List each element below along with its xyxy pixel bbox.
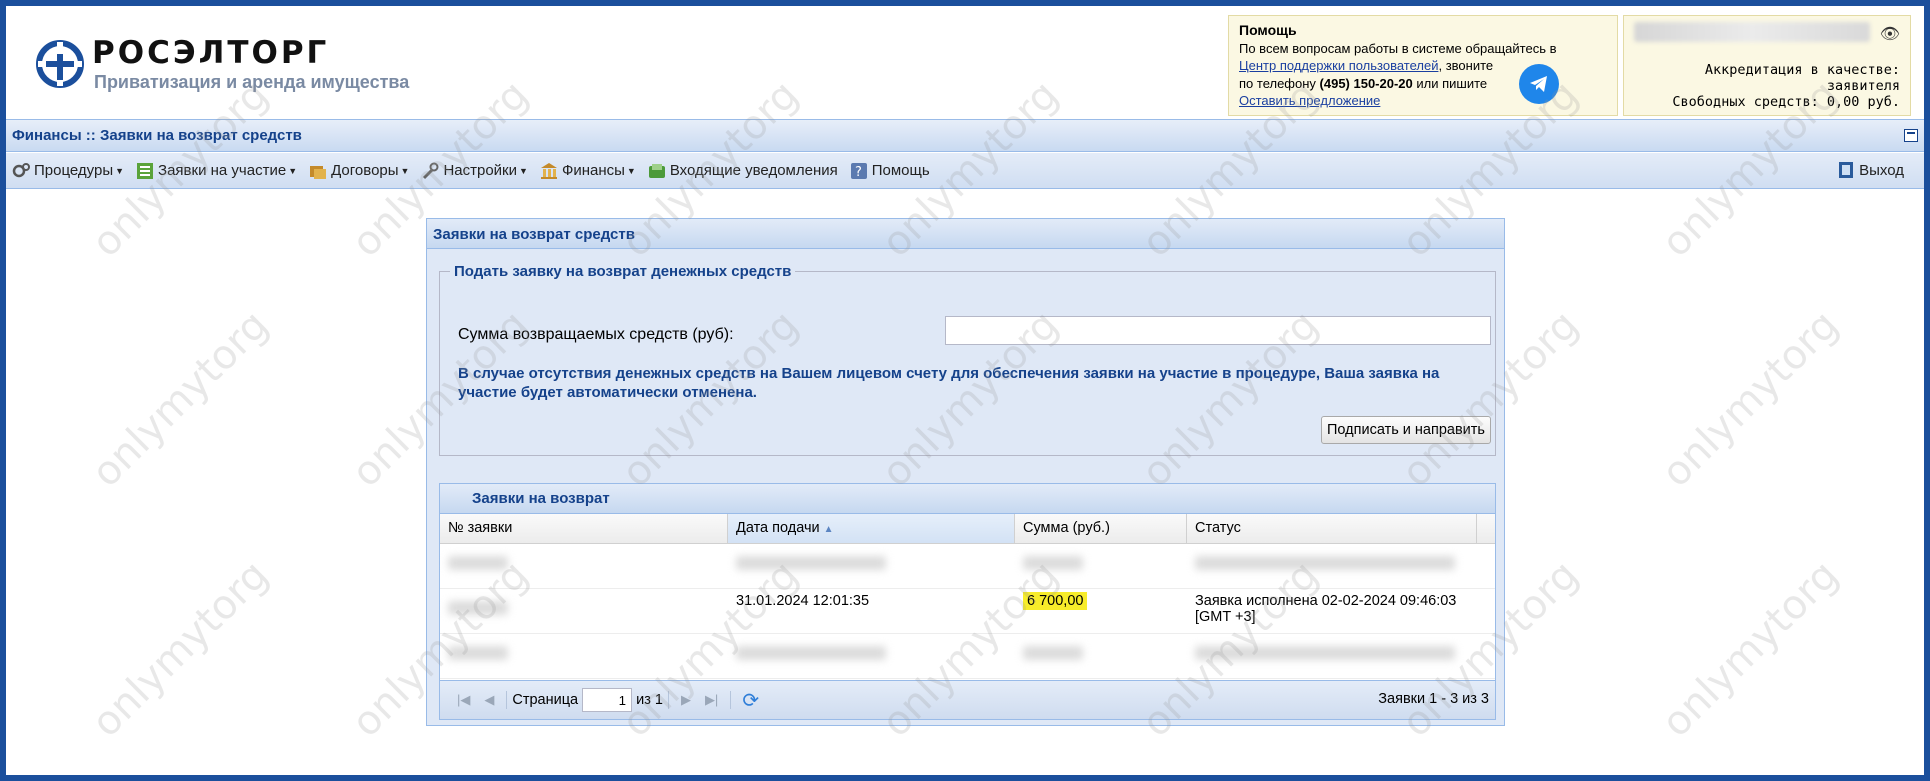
suggestion-link[interactable]: Оставить предложение [1239,93,1380,108]
menu-contracts[interactable]: Договоры ▼ [309,162,409,180]
spreadsheet-icon [136,162,154,180]
menu-procedures[interactable]: Процедуры ▼ [12,162,124,180]
support-center-link[interactable]: Центр поддержки пользователей [1239,58,1438,73]
menu-help-label: Помощь [871,162,930,179]
help-line3-pre: по телефону [1239,75,1320,91]
menu-finance-label: Финансы [561,162,625,179]
menu-notifications[interactable]: Входящие уведомления [648,162,838,180]
pager-info: Заявки 1 - 3 из 3 [1378,691,1489,707]
folders-icon [309,162,327,180]
first-page-icon[interactable]: |◀ [457,692,470,708]
page-of-label: из 1 [636,692,663,708]
cell-number [440,634,728,678]
cell-number [440,544,728,588]
cell-status [1187,634,1477,678]
cell-amount: 6 700,00 [1015,589,1187,633]
menu-applications[interactable]: Заявки на участие ▼ [136,162,297,180]
cell-status: Заявка исполнена 02-02-2024 09:46:03 [GM… [1195,593,1457,625]
menu-procedures-label: Процедуры [34,162,114,179]
logo-title: РОСЭЛТОРГ [92,35,330,71]
menu-applications-label: Заявки на участие [158,162,287,179]
inbox-icon [648,162,666,180]
table-row[interactable] [440,634,1495,679]
cell-number [440,589,728,633]
gears-icon [12,162,30,180]
watermark: onlymytorg [83,301,278,497]
page-title-bar: Финансы :: Заявки на возврат средств [6,119,1924,152]
refund-warning-note: В случае отсутствия денежных средств на … [458,365,1440,401]
cell-date [728,544,1015,588]
help-box: Помощь По всем вопросам работы в системе… [1228,15,1618,116]
exit-label: Выход [1859,161,1904,179]
column-header-number[interactable]: № заявки [440,514,728,543]
account-name-redacted [1634,22,1870,42]
wrench-icon [421,162,439,180]
sign-and-send-button[interactable]: Подписать и направить [1321,416,1491,444]
sort-asc-icon: ▲ [823,524,834,535]
grid-pager: |◀ ◀ Страница из 1 ▶ ▶| ⟳ Заявки 1 - 3 и… [440,680,1495,719]
grid-title: Заявки на возврат [440,484,1495,514]
help-icon: ? [850,162,868,180]
refund-form-legend: Подать заявку на возврат денежных средст… [454,263,792,280]
free-funds-text: Свободных средств: 0,00 руб. [1672,94,1900,110]
menu-help[interactable]: ? Помощь [850,162,930,180]
exit-button[interactable]: Выход [1837,161,1904,179]
cell-amount [1015,634,1187,678]
exit-door-icon [1837,161,1855,179]
main-toolbar: Процедуры ▼ Заявки на участие ▼ Договоры ▼ … [6,153,1924,189]
refund-requests-panel: Заявки на возврат средств Подать заявку … [426,218,1505,726]
watermark: onlymytorg [1653,551,1848,747]
refund-requests-grid: Заявки на возврат № заявки Дата подачи ▲ … [439,483,1496,720]
menu-contracts-label: Договоры [331,162,399,179]
column-header-date-label: Дата подачи [736,520,820,536]
help-line1: По всем вопросам работы в системе обраща… [1239,40,1557,56]
minimize-icon[interactable] [1904,129,1918,142]
menu-settings-label: Настройки [443,162,518,179]
cell-date [728,634,1015,678]
refresh-icon[interactable]: ⟳ [742,688,759,713]
column-header-date[interactable]: Дата подачи ▲ [728,514,1015,543]
column-header-amount[interactable]: Сумма (руб.) [1015,514,1187,543]
svg-text:?: ? [855,165,862,180]
telegram-icon[interactable] [1519,64,1559,104]
help-phone: (495) 150-20-20 [1319,75,1413,91]
watermark: onlymytorg [83,551,278,747]
last-page-icon[interactable]: ▶| [705,692,718,708]
amount-input[interactable] [945,316,1491,345]
next-page-icon[interactable]: ▶ [681,692,691,708]
header: РОСЭЛТОРГ Приватизация и аренда имуществ… [6,6,1924,118]
page-label: Страница [512,692,579,708]
account-box: 👁 Аккредитация в качестве: заявителя Сво… [1623,15,1911,116]
watermark: onlymytorg [1653,301,1848,497]
cell-amount [1015,544,1187,588]
bank-icon [540,162,558,180]
menu-finance[interactable]: Финансы ▼ [540,162,636,180]
grid-header: № заявки Дата подачи ▲ Сумма (руб.) Стату… [440,514,1495,544]
eye-icon[interactable]: 👁 [1880,24,1900,43]
prev-page-icon[interactable]: ◀ [484,692,494,708]
refund-form: Подать заявку на возврат денежных средст… [439,263,1496,456]
column-header-status[interactable]: Статус [1187,514,1477,543]
cell-date: 31.01.2024 12:01:35 [736,593,870,609]
amount-label: Сумма возвращаемых средств (руб): [458,326,734,343]
menu-notifications-label: Входящие уведомления [669,162,838,179]
page-title: Финансы :: Заявки на возврат средств [12,127,302,144]
table-row[interactable] [440,544,1495,589]
highlighted-amount: 6 700,00 [1023,592,1088,610]
cell-status [1187,544,1477,588]
help-line2-tail: , звоните [1438,58,1494,73]
roseltorg-logo-icon [36,40,84,88]
help-line3-post: или пишите [1412,75,1488,91]
logo[interactable]: РОСЭЛТОРГ Приватизация и аренда имуществ… [36,36,409,93]
page-number-input[interactable] [582,688,633,712]
menu-settings[interactable]: Настройки ▼ [421,162,528,180]
panel-title: Заявки на возврат средств [427,219,1504,249]
accreditation-text: Аккредитация в качестве: заявителя [1704,62,1900,94]
logo-subtitle: Приватизация и аренда имущества [94,72,410,92]
help-title: Помощь [1239,22,1297,38]
table-row[interactable]: 31.01.2024 12:01:35 6 700,00 Заявка испо… [440,589,1495,634]
